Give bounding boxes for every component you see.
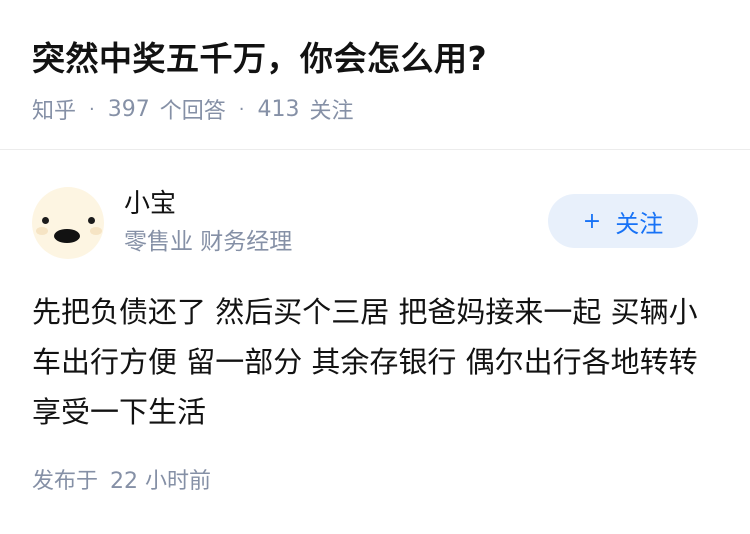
posted-time: 22 小时前 — [110, 469, 212, 494]
posted-prefix: 发布于 — [32, 469, 99, 494]
question-title[interactable]: 突然中奖五千万，你会怎么用? — [32, 36, 487, 82]
avatar[interactable] — [32, 187, 104, 259]
avatar-mouth — [54, 229, 80, 243]
source-label[interactable]: 知乎 — [32, 93, 76, 125]
answer-count-label[interactable]: 个回答 — [160, 93, 226, 125]
avatar-eye — [88, 217, 95, 224]
answer-timestamp: 发布于 22 小时前 — [32, 467, 211, 497]
answer-content[interactable]: 先把负债还了 然后买个三居 把爸妈接来一起 买辆小车出行方便 留一部分 其余存银… — [32, 287, 722, 437]
answer-count: 397 — [107, 96, 150, 122]
meta-separator: · — [89, 98, 95, 120]
question-header: 突然中奖五千万，你会怎么用? 知乎 · 397 个回答 · 413 关注 — [0, 0, 750, 150]
follow-count: 413 — [257, 96, 300, 122]
follow-count-label[interactable]: 关注 — [310, 93, 354, 125]
author-name[interactable]: 小宝 — [124, 187, 176, 221]
plus-icon: + — [582, 208, 602, 234]
avatar-eye — [42, 217, 49, 224]
question-meta: 知乎 · 397 个回答 · 413 关注 — [32, 93, 354, 125]
follow-button-label: 关注 — [615, 209, 664, 238]
author-bio: 零售业 财务经理 — [124, 229, 293, 255]
follow-button[interactable]: + 关注 — [548, 194, 698, 248]
meta-separator: · — [238, 98, 245, 120]
answer-card: 小宝 零售业 财务经理 + 关注 先把负债还了 然后买个三居 把爸妈接来一起 买… — [0, 151, 750, 534]
avatar-cheek — [90, 227, 102, 235]
avatar-cheek — [36, 227, 48, 235]
